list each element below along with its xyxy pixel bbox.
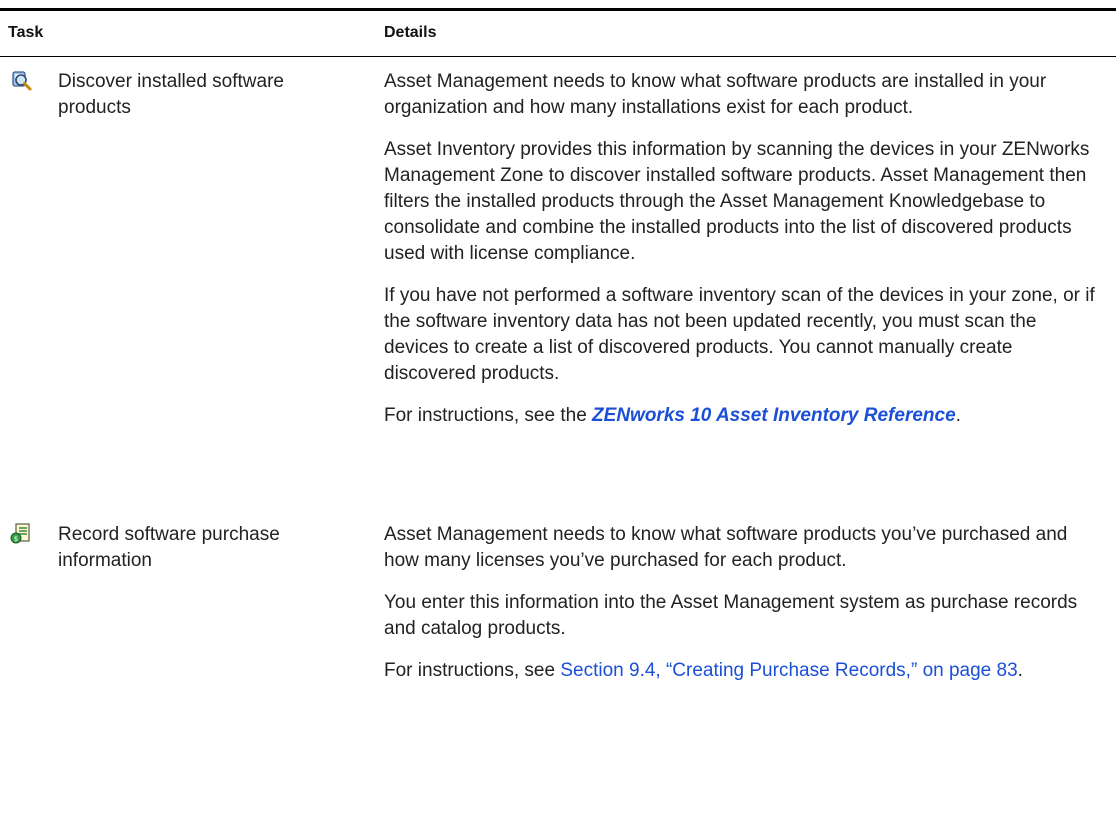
- details-cell: Asset Management needs to know what soft…: [384, 69, 1099, 445]
- details-cell: Asset Management needs to know what soft…: [384, 522, 1099, 700]
- svg-text:$: $: [14, 535, 18, 543]
- details-paragraph: If you have not performed a software inv…: [384, 285, 1095, 384]
- purchase-record-icon: $: [10, 522, 32, 544]
- details-paragraph: Asset Inventory provides this informatio…: [384, 139, 1090, 264]
- instructions-suffix: .: [955, 405, 961, 426]
- details-paragraph: Asset Management needs to know what soft…: [384, 71, 1047, 118]
- details-paragraph: Asset Management needs to know what soft…: [384, 524, 1068, 571]
- instructions-paragraph: For instructions, see the ZENworks 10 As…: [384, 403, 1099, 429]
- details-paragraph: You enter this information into the Asse…: [384, 592, 1078, 639]
- instructions-prefix: For instructions, see: [384, 660, 561, 681]
- instructions-suffix: .: [1017, 660, 1023, 681]
- instructions-prefix: For instructions, see the: [384, 405, 593, 426]
- task-label: Discover installed software products: [58, 71, 284, 118]
- table-header: Task Details: [0, 11, 1116, 56]
- instructions-paragraph: For instructions, see Section 9.4, “Crea…: [384, 658, 1099, 684]
- discover-magnifier-icon: [10, 69, 32, 91]
- creating-purchase-records-link[interactable]: Section 9.4, “Creating Purchase Records,…: [560, 660, 1017, 681]
- task-table: Task Details Discover installed software…: [0, 8, 1116, 779]
- asset-inventory-reference-link[interactable]: ZENworks 10 Asset Inventory Reference: [592, 405, 956, 426]
- header-details: Details: [384, 24, 437, 41]
- header-task: Task: [8, 24, 44, 41]
- table-row: Discover installed software products Ass…: [0, 57, 1116, 519]
- table-row: $ Record software purchase information A…: [0, 519, 1116, 779]
- task-label: Record software purchase information: [58, 524, 280, 571]
